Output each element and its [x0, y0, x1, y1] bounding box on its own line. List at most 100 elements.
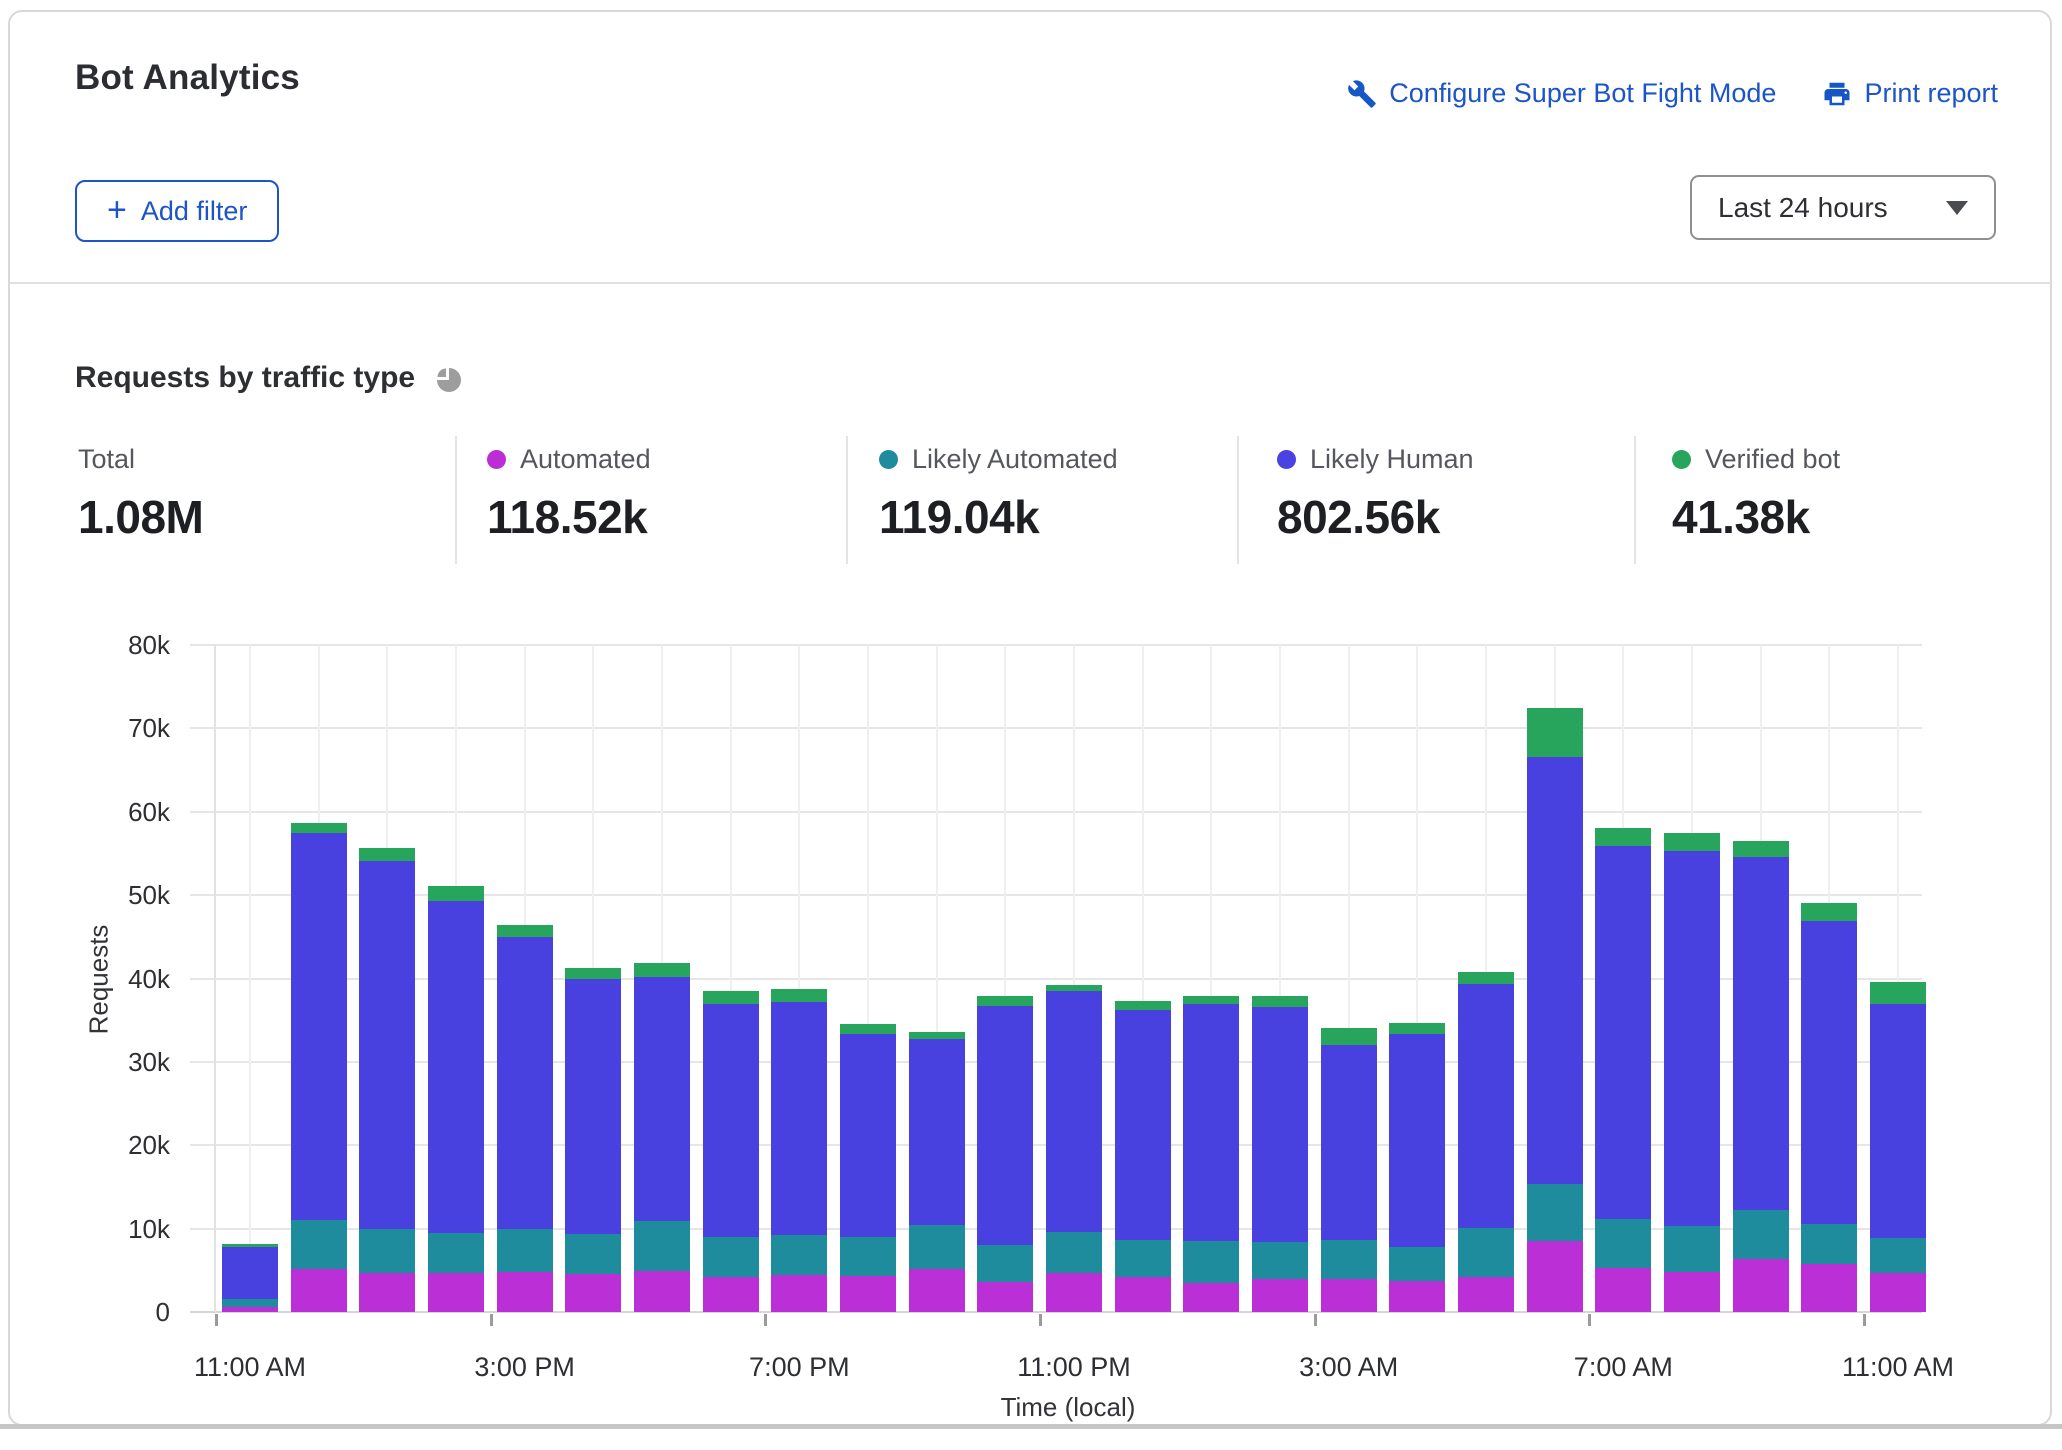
chart-bar-25[interactable]: [1870, 982, 1926, 1312]
bar-segment-likely-human[interactable]: [222, 1247, 278, 1300]
bar-segment-automated[interactable]: [1115, 1277, 1171, 1312]
chart-bar-12[interactable]: [977, 996, 1033, 1312]
bar-segment-verified-bot[interactable]: [977, 996, 1033, 1006]
bar-segment-likely-automated[interactable]: [1733, 1210, 1789, 1258]
bar-segment-verified-bot[interactable]: [1389, 1023, 1445, 1034]
time-range-dropdown[interactable]: Last 24 hours: [1690, 175, 1996, 240]
chart-bar-11[interactable]: [909, 1032, 965, 1312]
bar-segment-likely-automated[interactable]: [1046, 1232, 1102, 1273]
bar-segment-likely-human[interactable]: [703, 1004, 759, 1237]
configure-super-bot-fight-mode-link[interactable]: Configure Super Bot Fight Mode: [1347, 78, 1776, 109]
bar-segment-likely-automated[interactable]: [359, 1229, 415, 1272]
bar-segment-automated[interactable]: [1046, 1273, 1102, 1312]
bar-segment-likely-automated[interactable]: [565, 1234, 621, 1274]
bar-segment-likely-human[interactable]: [565, 979, 621, 1234]
bar-segment-automated[interactable]: [977, 1282, 1033, 1312]
bar-segment-verified-bot[interactable]: [1527, 708, 1583, 757]
chart-bar-20[interactable]: [1527, 708, 1583, 1312]
bar-segment-verified-bot[interactable]: [1115, 1001, 1171, 1010]
chart-bar-23[interactable]: [1733, 841, 1789, 1312]
bar-segment-likely-automated[interactable]: [291, 1220, 347, 1268]
chart-bar-5[interactable]: [497, 925, 553, 1312]
bar-segment-verified-bot[interactable]: [1595, 828, 1651, 846]
add-filter-button[interactable]: + Add filter: [75, 180, 279, 242]
chart-bar-8[interactable]: [703, 991, 759, 1312]
bar-segment-likely-human[interactable]: [1389, 1034, 1445, 1247]
bar-segment-automated[interactable]: [565, 1274, 621, 1312]
bar-segment-verified-bot[interactable]: [1252, 996, 1308, 1007]
chart-bar-14[interactable]: [1115, 1001, 1171, 1312]
bar-segment-verified-bot[interactable]: [1458, 972, 1514, 984]
chart-bar-4[interactable]: [428, 886, 484, 1312]
bar-segment-automated[interactable]: [1458, 1277, 1514, 1312]
bar-segment-verified-bot[interactable]: [1801, 903, 1857, 921]
bar-segment-likely-human[interactable]: [1183, 1004, 1239, 1241]
bar-segment-automated[interactable]: [634, 1271, 690, 1312]
bar-segment-likely-human[interactable]: [1115, 1010, 1171, 1240]
bar-segment-likely-automated[interactable]: [1115, 1240, 1171, 1277]
bar-segment-automated[interactable]: [1870, 1273, 1926, 1312]
bar-segment-likely-automated[interactable]: [840, 1237, 896, 1276]
bar-segment-likely-human[interactable]: [497, 937, 553, 1229]
bar-segment-likely-automated[interactable]: [1389, 1247, 1445, 1281]
chart-bar-7[interactable]: [634, 963, 690, 1312]
bar-segment-likely-automated[interactable]: [1252, 1242, 1308, 1280]
bar-segment-likely-human[interactable]: [1252, 1007, 1308, 1242]
bar-segment-verified-bot[interactable]: [909, 1032, 965, 1040]
bar-segment-likely-human[interactable]: [291, 833, 347, 1221]
bar-segment-likely-automated[interactable]: [1183, 1241, 1239, 1283]
bar-segment-likely-automated[interactable]: [428, 1233, 484, 1273]
chart-bar-18[interactable]: [1389, 1023, 1445, 1312]
chart-bar-22[interactable]: [1664, 833, 1720, 1312]
bar-segment-likely-automated[interactable]: [1801, 1224, 1857, 1265]
bar-segment-automated[interactable]: [1183, 1283, 1239, 1312]
bar-segment-automated[interactable]: [497, 1272, 553, 1312]
bar-segment-likely-automated[interactable]: [703, 1237, 759, 1277]
bar-segment-likely-automated[interactable]: [1664, 1226, 1720, 1272]
bar-segment-verified-bot[interactable]: [291, 823, 347, 833]
bar-segment-likely-human[interactable]: [1046, 991, 1102, 1232]
chart-bar-13[interactable]: [1046, 985, 1102, 1312]
bar-segment-automated[interactable]: [1321, 1279, 1377, 1312]
chart-bar-16[interactable]: [1252, 996, 1308, 1312]
bar-segment-likely-automated[interactable]: [497, 1229, 553, 1272]
bar-segment-automated[interactable]: [703, 1277, 759, 1312]
bar-segment-automated[interactable]: [1389, 1281, 1445, 1312]
bar-segment-likely-automated[interactable]: [977, 1245, 1033, 1282]
bar-segment-likely-human[interactable]: [1458, 984, 1514, 1228]
bar-segment-automated[interactable]: [359, 1273, 415, 1312]
bar-segment-automated[interactable]: [840, 1276, 896, 1312]
chart-bar-9[interactable]: [771, 989, 827, 1312]
bar-segment-verified-bot[interactable]: [703, 991, 759, 1004]
bar-segment-likely-automated[interactable]: [909, 1225, 965, 1268]
bar-segment-likely-automated[interactable]: [1527, 1184, 1583, 1241]
bar-segment-automated[interactable]: [1733, 1259, 1789, 1312]
bar-segment-likely-human[interactable]: [840, 1034, 896, 1237]
chart-bar-21[interactable]: [1595, 828, 1651, 1312]
bar-segment-automated[interactable]: [1595, 1268, 1651, 1312]
bar-segment-likely-automated[interactable]: [1458, 1228, 1514, 1277]
bar-segment-automated[interactable]: [771, 1275, 827, 1312]
chart-bar-19[interactable]: [1458, 972, 1514, 1312]
bar-segment-verified-bot[interactable]: [565, 968, 621, 980]
bar-segment-likely-human[interactable]: [1664, 851, 1720, 1226]
bar-segment-likely-human[interactable]: [428, 901, 484, 1233]
bar-segment-verified-bot[interactable]: [1870, 982, 1926, 1004]
chart-bar-24[interactable]: [1801, 903, 1857, 1312]
bar-segment-verified-bot[interactable]: [771, 989, 827, 1002]
bar-segment-likely-human[interactable]: [1801, 921, 1857, 1224]
bar-segment-likely-human[interactable]: [1321, 1045, 1377, 1240]
chart-bar-2[interactable]: [291, 823, 347, 1312]
bar-segment-verified-bot[interactable]: [497, 925, 553, 937]
bar-segment-likely-human[interactable]: [977, 1006, 1033, 1245]
bar-segment-likely-human[interactable]: [1527, 757, 1583, 1185]
bar-segment-likely-human[interactable]: [1733, 857, 1789, 1211]
bar-segment-verified-bot[interactable]: [634, 963, 690, 977]
bar-segment-automated[interactable]: [1664, 1272, 1720, 1312]
chart-bar-10[interactable]: [840, 1024, 896, 1312]
bar-segment-likely-human[interactable]: [634, 977, 690, 1221]
chart-bar-15[interactable]: [1183, 996, 1239, 1312]
chart-bar-1[interactable]: [222, 1244, 278, 1312]
bar-segment-likely-automated[interactable]: [1870, 1238, 1926, 1273]
bar-segment-automated[interactable]: [222, 1307, 278, 1312]
